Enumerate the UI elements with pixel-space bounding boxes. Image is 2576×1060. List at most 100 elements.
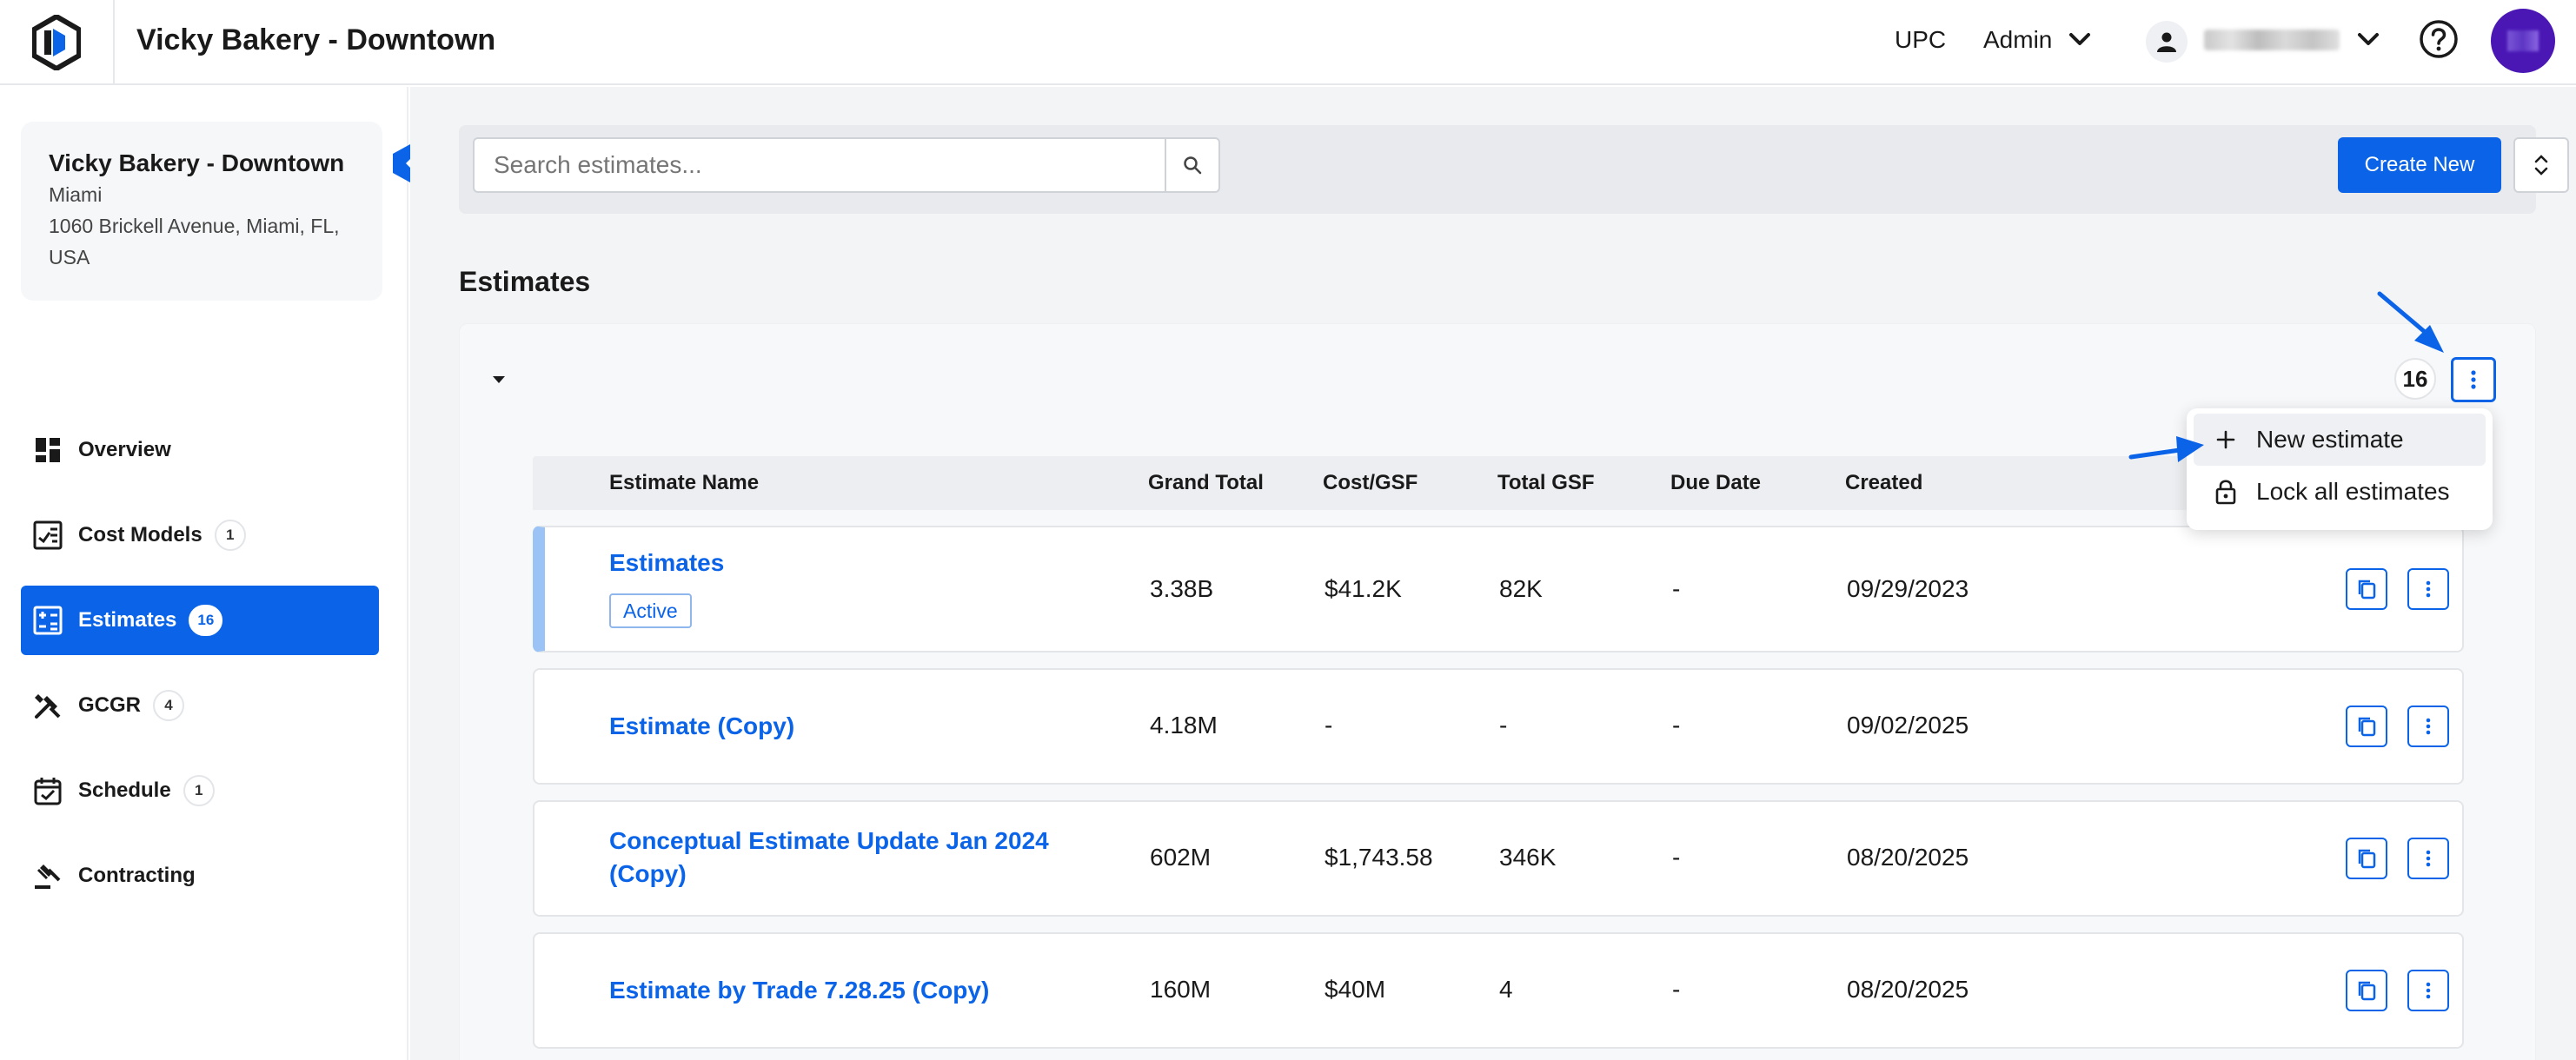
more-options-button[interactable] — [2451, 357, 2496, 402]
caret-down-icon[interactable] — [491, 374, 507, 385]
status-badge: Active — [609, 593, 692, 628]
avatar[interactable] — [2491, 9, 2555, 73]
column-header[interactable]: Due Date — [1670, 456, 1761, 510]
count-badge: 4 — [153, 690, 184, 721]
sort-button[interactable] — [2513, 137, 2569, 193]
grand-total: 160M — [1150, 976, 1212, 1003]
sidebar-item-label: Cost Models — [78, 523, 202, 547]
logo-icon — [32, 15, 81, 70]
sidebar-item-label: Schedule — [78, 778, 171, 802]
due-date: - — [1672, 976, 1681, 1003]
section-title: Estimates — [459, 266, 591, 297]
total-gsf: 4 — [1499, 976, 1513, 1003]
estimate-name-line: Conceptual Estimate Update Jan 2024 — [609, 827, 1049, 854]
count-badge: 1 — [214, 520, 246, 551]
column-header[interactable]: Created — [1845, 456, 1922, 510]
row-more-button[interactable] — [2407, 706, 2449, 747]
created-date: 09/02/2025 — [1847, 712, 1969, 739]
sidebar-item-label: Contracting — [78, 864, 196, 887]
menu-item-label: New estimate — [2256, 426, 2404, 453]
copy-button[interactable] — [2346, 568, 2387, 610]
row-more-button[interactable] — [2407, 838, 2449, 879]
sidebar-item-gcgr[interactable]: GCGR 4 — [21, 671, 379, 740]
upc-link[interactable]: UPC — [1895, 24, 1946, 56]
location-name: Vicky Bakery - Downtown — [49, 149, 345, 176]
count-badge: 16 — [189, 605, 223, 636]
column-header[interactable]: Estimate Name — [609, 456, 759, 510]
row-more-button[interactable] — [2407, 568, 2449, 610]
location-card: Vicky Bakery - Downtown Miami 1060 Brick… — [21, 122, 382, 301]
column-header[interactable]: Total GSF — [1497, 456, 1595, 510]
cost-gsf: $40M — [1325, 976, 1386, 1003]
table-row[interactable]: Estimate (Copy) 4.18M - - - 09/02/2025 — [533, 668, 2464, 785]
table-row[interactable]: Conceptual Estimate Update Jan 2024 (Cop… — [533, 800, 2464, 917]
table-row[interactable]: Estimates Active 3.38B $41.2K 82K - 09/2… — [533, 526, 2464, 653]
due-date: - — [1672, 844, 1681, 871]
options-menu: New estimate Lock all estimates — [2187, 408, 2493, 530]
estimate-name-link[interactable]: Estimate (Copy) — [609, 710, 794, 743]
location-city: Miami — [49, 183, 103, 206]
menu-item-lock-all[interactable]: Lock all estimates — [2194, 466, 2486, 518]
top-bar: Vicky Bakery - Downtown UPC Admin — [0, 0, 2576, 85]
total-gsf: - — [1499, 712, 1508, 739]
menu-item-label: Lock all estimates — [2256, 478, 2450, 505]
column-header[interactable]: Grand Total — [1148, 456, 1264, 510]
copy-icon — [2358, 849, 2376, 869]
location-address: 1060 Brickell Avenue, Miami, FL, USA — [49, 215, 340, 268]
copy-button[interactable] — [2346, 838, 2387, 879]
column-header[interactable]: Cost/GSF — [1323, 456, 1417, 510]
menu-item-new-estimate[interactable]: New estimate — [2194, 414, 2486, 466]
grand-total: 602M — [1150, 844, 1212, 871]
grand-total: 3.38B — [1150, 575, 1214, 602]
sidebar: Vicky Bakery - Downtown Miami 1060 Brick… — [0, 87, 408, 1060]
calculator-icon — [33, 606, 63, 635]
sidebar-item-overview[interactable]: Overview — [21, 415, 379, 485]
main-content: Create New Estimates 16 Estimate Name Gr… — [410, 87, 2576, 1060]
sidebar-item-cost-models[interactable]: Cost Models 1 — [21, 500, 379, 570]
copy-button[interactable] — [2346, 706, 2387, 747]
due-date: - — [1672, 575, 1681, 602]
dashboard-icon — [33, 435, 63, 465]
sidebar-item-label: Estimates — [78, 608, 177, 632]
cost-gsf: $1,743.58 — [1325, 844, 1433, 871]
tools-icon — [33, 691, 63, 720]
row-more-button[interactable] — [2407, 970, 2449, 1011]
more-vertical-icon — [2471, 370, 2476, 389]
sidebar-item-contracting[interactable]: Contracting — [21, 841, 379, 911]
search-icon — [1184, 156, 1202, 175]
estimate-name-link[interactable]: Conceptual Estimate Update Jan 2024 (Cop… — [609, 825, 1049, 891]
user-name-redacted[interactable] — [2204, 30, 2340, 50]
copy-icon — [2358, 717, 2376, 737]
help-icon[interactable] — [2419, 19, 2459, 59]
table-row[interactable]: Estimate by Trade 7.28.25 (Copy) 160M $4… — [533, 932, 2464, 1049]
more-vertical-icon — [2426, 850, 2431, 867]
chevron-down-icon[interactable] — [2067, 26, 2093, 52]
copy-icon — [2358, 981, 2376, 1001]
created-date: 09/29/2023 — [1847, 575, 1969, 602]
copy-button[interactable] — [2346, 970, 2387, 1011]
count-badge: 1 — [183, 775, 215, 806]
user-icon[interactable] — [2146, 21, 2188, 63]
sidebar-item-schedule[interactable]: Schedule 1 — [21, 756, 379, 825]
create-new-button[interactable]: Create New — [2338, 137, 2501, 193]
copy-icon — [2358, 580, 2376, 600]
more-vertical-icon — [2426, 580, 2431, 598]
grand-total: 4.18M — [1150, 712, 1218, 739]
chevron-down-icon[interactable] — [2355, 26, 2381, 52]
app-logo[interactable] — [0, 0, 115, 85]
search-button[interactable] — [1165, 137, 1220, 193]
sidebar-item-label: Overview — [78, 438, 171, 461]
search-input[interactable] — [473, 137, 1166, 193]
due-date: - — [1672, 712, 1681, 739]
annotation-arrow-icon — [2128, 436, 2204, 462]
calendar-icon — [33, 776, 63, 805]
sidebar-item-estimates[interactable]: Estimates 16 — [21, 586, 379, 655]
chart-icon — [33, 520, 63, 550]
created-date: 08/20/2025 — [1847, 844, 1969, 871]
estimate-count-badge: 16 — [2394, 358, 2436, 400]
estimate-name-link[interactable]: Estimates — [609, 547, 724, 580]
admin-menu[interactable]: Admin — [1983, 24, 2052, 56]
estimate-name-link[interactable]: Estimate by Trade 7.28.25 (Copy) — [609, 974, 989, 1007]
sidebar-item-label: GCGR — [78, 693, 141, 717]
gavel-icon — [33, 861, 63, 891]
